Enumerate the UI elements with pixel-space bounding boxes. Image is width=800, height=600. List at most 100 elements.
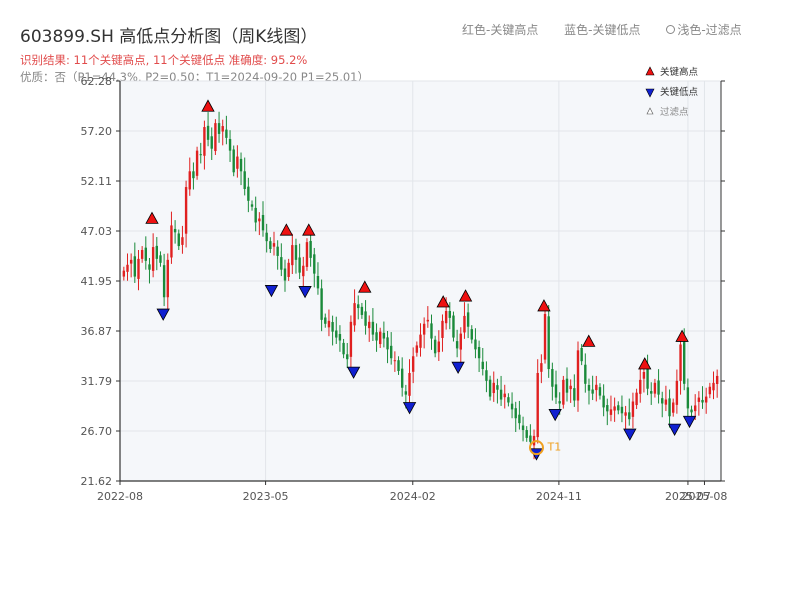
candle-body [239, 158, 243, 172]
candle-body [140, 250, 144, 259]
candle-body [573, 388, 576, 401]
candle-body [507, 397, 510, 403]
candle-body [400, 368, 404, 388]
y-tick-label: 52.11 [81, 175, 113, 188]
candle-body [192, 171, 195, 179]
candle-body [569, 385, 572, 390]
candle-body [712, 382, 715, 391]
candle-body [635, 392, 638, 406]
candle-body [514, 408, 517, 419]
candle-body [639, 379, 642, 394]
candle-body [488, 379, 492, 397]
candle-body [144, 247, 148, 261]
candle-body [368, 321, 371, 329]
candle-body [228, 139, 232, 151]
candle-body [342, 342, 345, 355]
candle-body [715, 375, 719, 385]
candle-body [661, 398, 664, 404]
candle-body [474, 339, 477, 350]
candle-body [126, 264, 129, 272]
candle-body [617, 405, 620, 411]
x-tick-label: 2023-05 [243, 490, 289, 503]
candle-body [393, 360, 397, 362]
candle-body [316, 275, 320, 289]
candle-body [481, 361, 484, 370]
candle-body [591, 389, 594, 394]
candle-body [606, 405, 609, 412]
candle-body [587, 384, 591, 391]
candle-body [620, 406, 624, 414]
candle-body [225, 129, 228, 138]
y-tick-label: 57.20 [81, 125, 113, 138]
candle-body [291, 245, 294, 266]
candle-body [580, 347, 583, 362]
candle-body [137, 258, 140, 279]
candle-body [320, 288, 323, 320]
candle-body [613, 406, 616, 411]
legend-label: 过滤点 [660, 106, 689, 118]
candle-body [595, 384, 598, 391]
candle-body [708, 386, 712, 395]
candle-body [335, 330, 338, 338]
candle-body [642, 371, 646, 379]
candle-body [389, 345, 393, 359]
candle-body [686, 387, 690, 409]
candle-body [276, 246, 279, 256]
candle-body [492, 382, 495, 394]
candle-body [206, 125, 210, 140]
candle-body [668, 398, 671, 417]
candle-body [565, 378, 569, 393]
candle-body [521, 425, 525, 431]
candle-body [397, 360, 400, 372]
candle-body [518, 414, 521, 424]
candle-body [609, 409, 613, 415]
x-tick-label: 2024-02 [390, 490, 436, 503]
candle-body [236, 156, 239, 169]
candle-body [683, 342, 686, 384]
y-tick-label: 36.87 [81, 325, 113, 338]
candle-body [441, 320, 444, 338]
candle-body [529, 435, 532, 442]
candle-body [411, 356, 415, 372]
candle-body [324, 317, 327, 324]
candle-body [650, 391, 653, 394]
candle-body [214, 123, 217, 152]
y-tick-label: 26.70 [81, 425, 113, 438]
candle-body [162, 265, 166, 298]
candle-body [357, 304, 360, 309]
candle-body [701, 399, 704, 403]
candle-body [386, 337, 389, 350]
candle-body [181, 237, 184, 245]
candle-body [280, 257, 283, 270]
candle-body [221, 126, 224, 132]
candle-body [254, 207, 257, 223]
candle-body [122, 270, 126, 277]
candle-body [177, 233, 180, 247]
candle-body [217, 123, 221, 134]
candle-body [679, 344, 682, 381]
candle-body [133, 256, 137, 277]
candle-body [547, 316, 550, 370]
candle-body [496, 385, 499, 390]
legend-high-icon [645, 66, 655, 76]
candle-body [258, 218, 261, 222]
t1-label: T1 [546, 441, 561, 454]
candle-body [269, 241, 272, 250]
candle-body [338, 334, 342, 341]
candle-body [188, 171, 191, 190]
candle-body [430, 323, 433, 339]
candle-body [287, 262, 290, 277]
x-tick-label: 2025-08 [681, 490, 727, 503]
candle-body [704, 396, 708, 403]
candle-body [371, 321, 375, 335]
candlestick-chart: 62.28 57.20 52.11 47.03 41.95 36.87 31.79 26.70… [81, 66, 728, 503]
candle-body [327, 320, 331, 328]
candle-body [298, 257, 301, 273]
candle-body [250, 204, 254, 207]
candle-body [129, 259, 133, 264]
candle-body [540, 363, 543, 372]
candle-body [463, 315, 466, 333]
candle-body [283, 268, 287, 281]
candle-body [562, 379, 565, 405]
candle-body [448, 311, 452, 318]
